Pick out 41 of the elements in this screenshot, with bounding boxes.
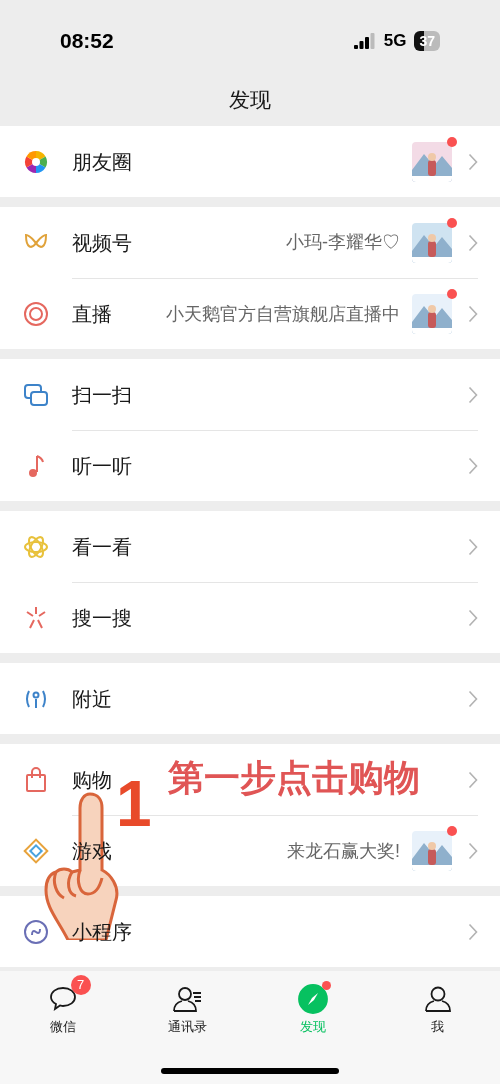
chevron-icon [468,457,478,475]
tab-item[interactable]: 我 [375,973,500,1037]
page-title: 发现 [229,87,271,114]
chevron-icon [468,770,478,789]
diamond-icon [22,836,50,865]
menu-detail: 小玛-李耀华♡ [286,231,400,254]
step-number: 1 [116,772,152,836]
tab-label: 通讯录 [168,1018,207,1036]
target-icon [22,299,50,328]
chevron-icon [468,842,478,860]
link-circle-icon [22,917,50,946]
annotation-text: 第一步点击购物 [168,760,420,796]
chevron-icon [468,233,478,252]
menu-label[interactable]: 视频号 [72,227,132,258]
tab-item[interactable]: 7 微信 [0,973,125,1037]
menu-label[interactable]: 搜一搜 [72,603,132,633]
tab-label: 微信 [49,1018,76,1036]
chevron-icon [468,152,478,171]
tab-item[interactable]: 通讯录 [125,973,250,1037]
chevron-icon [468,689,478,708]
network-label: 5G [383,30,407,53]
menu-label[interactable]: 看一看 [72,531,132,562]
menu-detail: 来龙石赢大奖! [287,839,400,863]
menu-label[interactable]: 附近 [72,683,112,714]
menu-label[interactable]: 购物 [72,764,112,795]
tab-label: 我 [431,1018,444,1036]
menu-detail: 小天鹅官方自营旗舰店直播中 [166,302,400,326]
chevron-icon [468,609,478,627]
chevron-icon [468,537,478,556]
compass-icon [296,983,329,1015]
menu-label[interactable]: 听一听 [72,451,132,481]
signal-icon [353,33,376,49]
unread-badge: 7 [70,975,91,995]
status-time: 08:52 [60,28,114,55]
menu-label[interactable]: 朋友圈 [72,146,132,177]
menu-label[interactable]: 直播 [72,299,112,329]
tab-label: 发现 [299,1018,326,1036]
chevron-icon [468,305,478,323]
chevron-icon [468,922,478,941]
menu-label[interactable]: 扫一扫 [72,379,132,410]
chevron-icon [468,385,478,404]
